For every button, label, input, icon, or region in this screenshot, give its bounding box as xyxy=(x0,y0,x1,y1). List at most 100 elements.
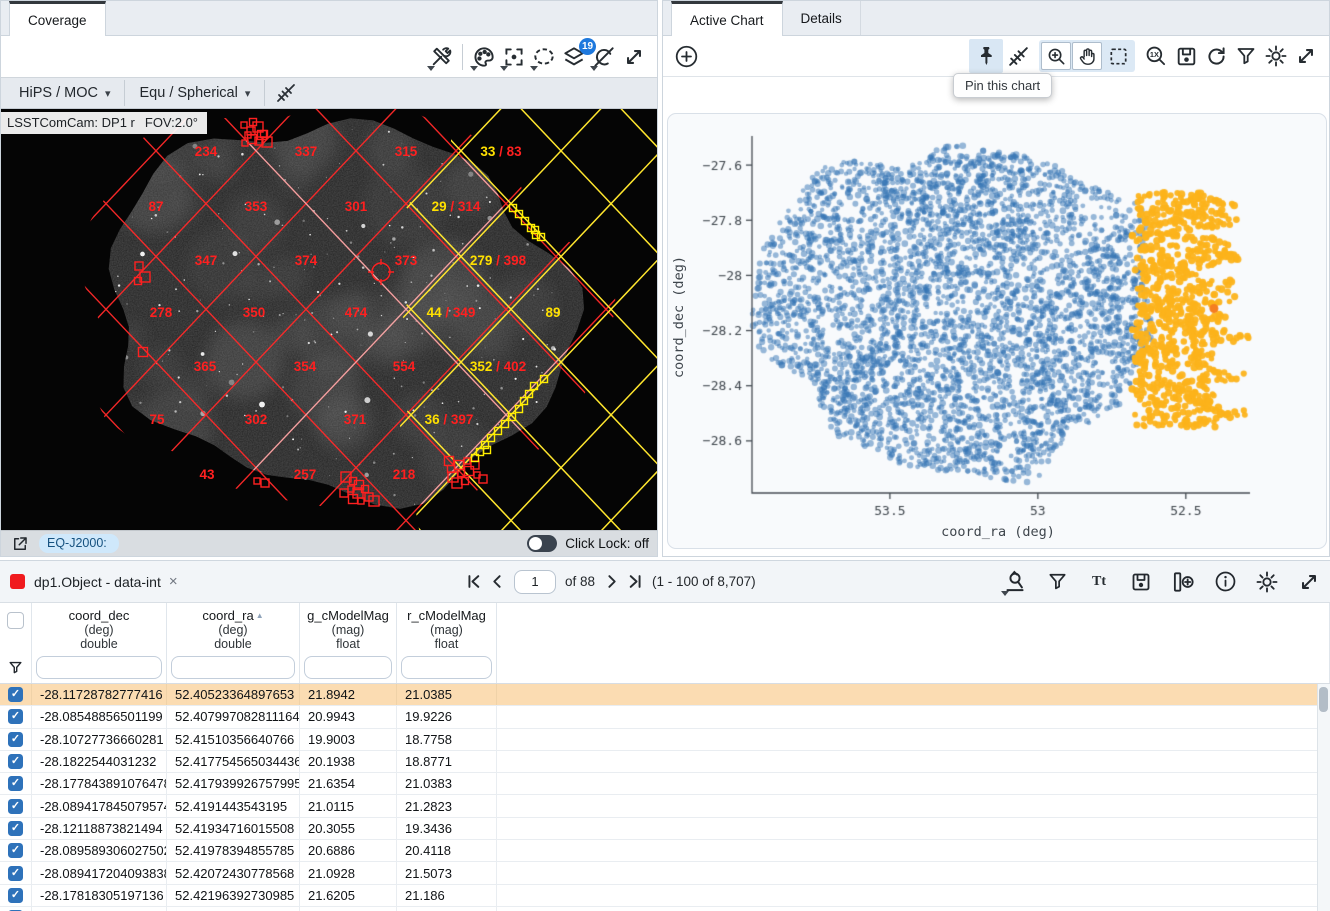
projection-dropdown[interactable]: Equ / Spherical ▾ xyxy=(131,85,258,101)
add-chart-button[interactable] xyxy=(671,41,701,71)
row-checkbox[interactable]: ✓ xyxy=(8,866,23,881)
dropdown-caret-icon xyxy=(590,66,598,71)
save-chart-button[interactable] xyxy=(1171,41,1201,71)
recenter-button[interactable] xyxy=(499,42,529,72)
select-all-checkbox[interactable] xyxy=(7,612,24,629)
row-checkbox-cell: ✓ xyxy=(0,684,32,705)
filter-input-coord_ra[interactable] xyxy=(171,656,295,679)
table-cell: 52.407997082811164 xyxy=(167,706,300,727)
tab-active-chart[interactable]: Active Chart xyxy=(671,1,783,36)
row-checkbox[interactable]: ✓ xyxy=(8,799,23,814)
table-save-button[interactable] xyxy=(1126,567,1156,597)
first-page-button[interactable] xyxy=(466,574,481,589)
dropdown-caret-icon xyxy=(470,66,478,71)
table-info-button[interactable] xyxy=(1210,567,1240,597)
scatter-plot[interactable] xyxy=(668,114,1328,550)
expand-chart-button[interactable] xyxy=(1291,41,1321,71)
chevron-down-icon: ▾ xyxy=(245,87,251,100)
expand-panel-button[interactable] xyxy=(619,42,649,72)
table-row[interactable]: ✓-28.08941784507957452.419144354319521.0… xyxy=(0,795,1330,817)
expand-icon xyxy=(1293,43,1319,69)
filter-input-coord_dec[interactable] xyxy=(36,656,162,679)
expand-table-button[interactable] xyxy=(1294,567,1324,597)
close-table-icon[interactable]: × xyxy=(169,573,178,590)
moc-tile-label: 474 xyxy=(345,305,368,320)
table-filter-button[interactable] xyxy=(1042,567,1072,597)
sky-image[interactable]: 23433731533 / 838735330129 / 31434737437… xyxy=(1,109,657,530)
filter-input-g_cModelMag[interactable] xyxy=(304,656,392,679)
table-row[interactable]: ✓-28.0854885650119952.40799708281116420.… xyxy=(0,706,1330,728)
sky-image-view[interactable]: 23433731533 / 838735330129 / 31434737437… xyxy=(1,109,657,530)
column-header-r_cModelMag[interactable]: r_cModelMag(mag)float xyxy=(397,603,497,651)
select-area-button[interactable] xyxy=(1103,42,1133,70)
select-region-button[interactable] xyxy=(529,42,559,72)
coord-readout: EQ-J2000: xyxy=(39,534,119,553)
table-text-view-button[interactable]: Tt xyxy=(1084,567,1114,597)
chart-grid-off-button[interactable] xyxy=(1003,41,1033,71)
y-axis-title: coord_dec (deg) xyxy=(671,222,687,412)
hips-moc-dropdown[interactable]: HiPS / MOC ▾ xyxy=(11,85,118,101)
prev-page-button[interactable] xyxy=(490,574,505,589)
table-cell: 20.9943 xyxy=(300,706,397,727)
row-checkbox[interactable]: ✓ xyxy=(8,732,23,747)
row-checkbox[interactable]: ✓ xyxy=(8,821,23,836)
column-type: float xyxy=(300,637,396,651)
table-row[interactable]: ✓-28.1172878277741652.4052336489765321.8… xyxy=(0,684,1330,706)
popout-button[interactable] xyxy=(9,533,31,555)
scatter-chart-card: coord_ra (deg) coord_dec (deg) xyxy=(667,113,1327,549)
table-scrollbar-thumb[interactable] xyxy=(1319,687,1328,712)
table-cell: 20.3055 xyxy=(300,818,397,839)
table-cell-empty xyxy=(497,729,1330,750)
moc-tile-label: 257 xyxy=(294,467,317,482)
last-page-button[interactable] xyxy=(628,574,643,589)
zoom-in-button[interactable] xyxy=(1041,42,1071,70)
table-row[interactable]: ✓-28.17784389107647852.41793992675799521… xyxy=(0,773,1330,795)
row-checkbox[interactable]: ✓ xyxy=(8,754,23,769)
row-checkbox[interactable]: ✓ xyxy=(8,888,23,903)
column-unit: (mag) xyxy=(397,623,496,637)
pan-button[interactable] xyxy=(1072,42,1102,70)
table-cell: 20.6886 xyxy=(300,840,397,861)
table-viewer-button[interactable] xyxy=(1000,567,1030,597)
filter-input-r_cModelMag[interactable] xyxy=(401,656,492,679)
row-checkbox[interactable]: ✓ xyxy=(8,709,23,724)
table-cell: 21.0115 xyxy=(300,795,397,816)
column-header-coord_dec[interactable]: coord_dec(deg)double xyxy=(32,603,167,651)
tab-coverage[interactable]: Coverage xyxy=(9,1,106,36)
table-row[interactable]: ✓-28.08941720409383852.4207243077856821.… xyxy=(0,862,1330,884)
grid-off-button[interactable] xyxy=(271,78,301,108)
tools-button[interactable] xyxy=(426,42,456,72)
filter-toggle-cell[interactable] xyxy=(0,651,32,683)
table-row[interactable]: ✓-28.182254403123252.41775456503443620.1… xyxy=(0,751,1330,773)
column-header-g_cModelMag[interactable]: g_cModelMag(mag)float xyxy=(300,603,397,651)
tab-details[interactable]: Details xyxy=(783,1,861,35)
table-row[interactable]: ✓-28.08958930602750252.4197839485578520.… xyxy=(0,840,1330,862)
row-checkbox[interactable]: ✓ xyxy=(8,776,23,791)
filter-chart-button[interactable] xyxy=(1231,41,1261,71)
table-scrollbar[interactable] xyxy=(1317,684,1330,911)
chart-settings-button[interactable] xyxy=(1261,41,1291,71)
color-settings-button[interactable] xyxy=(469,42,499,72)
coverage-tabbar: Coverage xyxy=(1,1,657,36)
column-header-coord_ra[interactable]: coord_ra▲(deg)double xyxy=(167,603,300,651)
row-checkbox[interactable]: ✓ xyxy=(8,843,23,858)
page-number-input[interactable]: 1 xyxy=(514,570,556,594)
moc-tile-label: 373 xyxy=(395,253,418,268)
sort-asc-icon: ▲ xyxy=(256,611,264,620)
info-icon xyxy=(1213,569,1238,594)
table-row[interactable]: ✓-28.1211887382149452.4193471601550820.3… xyxy=(0,818,1330,840)
pin-chart-button[interactable] xyxy=(969,39,1003,73)
layers-button[interactable]: 19 xyxy=(559,42,589,72)
restore-chart-button[interactable] xyxy=(1201,41,1231,71)
table-row[interactable]: ✓-28.1072773666028152.4151035664076619.9… xyxy=(0,729,1330,751)
table-row[interactable]: ✓-28.1781830519713652.4219639273098521.6… xyxy=(0,885,1330,907)
next-page-button[interactable] xyxy=(604,574,619,589)
click-lock-toggle[interactable] xyxy=(527,535,557,552)
table-settings-button[interactable] xyxy=(1252,567,1282,597)
moc-tile-label: 33 / 83 xyxy=(480,144,522,159)
zoom-original-button[interactable]: 1X xyxy=(1141,41,1171,71)
add-column-button[interactable] xyxy=(1168,567,1198,597)
row-checkbox[interactable]: ✓ xyxy=(8,687,23,702)
table-row[interactable]: ✓ xyxy=(0,907,1330,911)
table-topbar: dp1.Object - data-int × 1 of 88 (1 - 100… xyxy=(0,561,1330,603)
